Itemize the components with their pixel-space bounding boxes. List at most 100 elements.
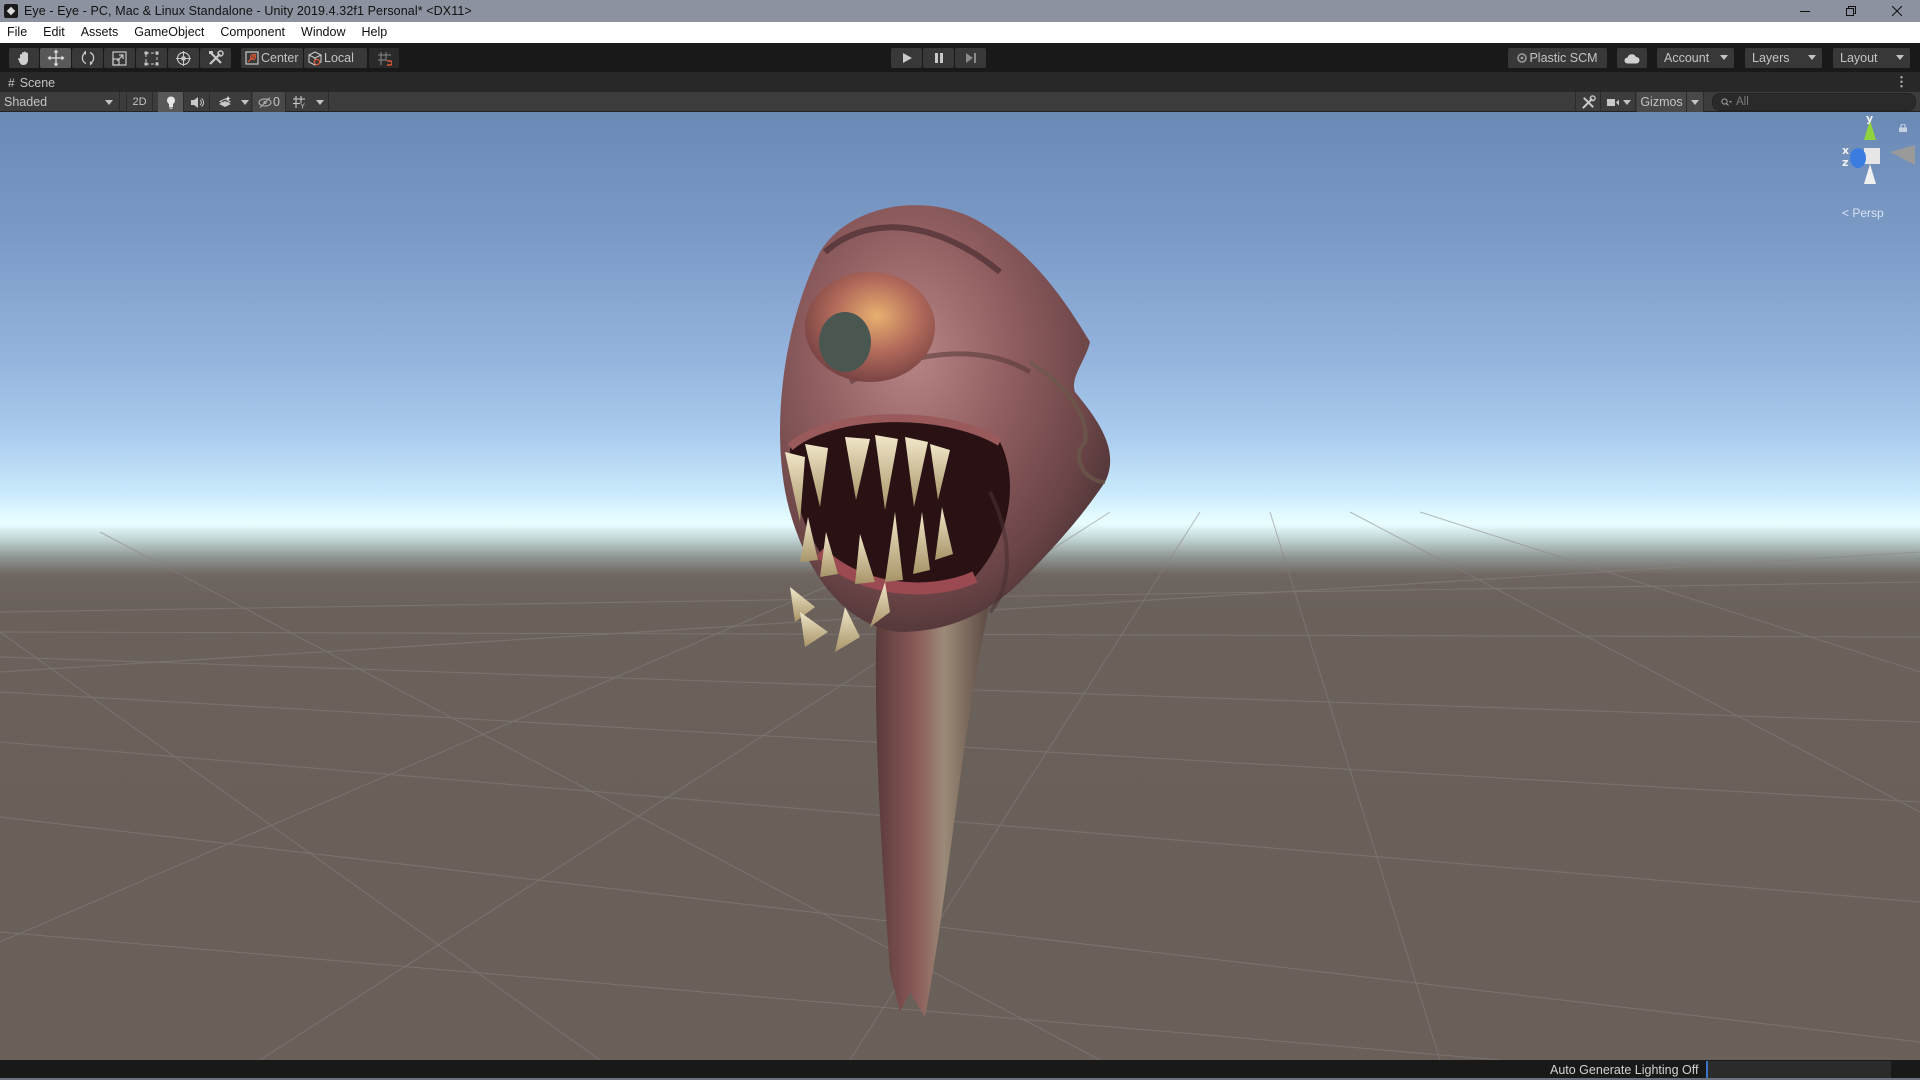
plastic-scm-button[interactable]: Plastic SCM [1508, 48, 1607, 68]
menu-edit[interactable]: Edit [35, 22, 73, 43]
window-controls [1782, 0, 1920, 22]
hand-icon [18, 51, 28, 65]
gizmos-toggle[interactable]: Gizmos [1637, 92, 1687, 112]
pause-button[interactable] [923, 48, 954, 68]
menu-bar: File Edit Assets GameObject Component Wi… [0, 22, 1920, 43]
rect-icon [144, 51, 159, 65]
status-bar: Auto Generate Lighting Off [0, 1060, 1920, 1080]
hidden-count: 0 [273, 95, 280, 109]
grid-line [0, 931, 1501, 1060]
step-button[interactable] [955, 48, 986, 68]
scene-toolbar: Shaded 2D 0 Y Gizmos All [0, 92, 1920, 112]
grid-snap-button[interactable] [369, 48, 399, 68]
axis-neg-x-cone[interactable] [1890, 145, 1915, 165]
axis-z-cone[interactable] [1850, 148, 1866, 168]
effects-icon [218, 96, 231, 107]
audio-icon [190, 96, 204, 108]
chevron-down-icon [1691, 99, 1699, 105]
cloud-icon [1624, 53, 1640, 63]
grid-toggle[interactable]: Y [287, 92, 311, 112]
audio-toggle[interactable] [185, 92, 210, 112]
scene-tools-button[interactable] [1575, 92, 1601, 112]
layout-dropdown[interactable]: Layout [1833, 48, 1910, 68]
menu-window[interactable]: Window [293, 22, 353, 43]
transform-icon [176, 50, 191, 66]
unity-logo-icon [4, 4, 18, 18]
menu-gameobject[interactable]: GameObject [126, 22, 212, 43]
scale-tool-button[interactable] [104, 48, 135, 68]
2d-label: 2D [132, 96, 147, 108]
effects-dropdown[interactable] [238, 92, 252, 112]
grid-dropdown[interactable] [312, 92, 329, 112]
cloud-button[interactable] [1617, 48, 1647, 68]
gizmo-center-cube[interactable] [1864, 148, 1880, 164]
play-button[interactable] [891, 48, 922, 68]
scene-viewport[interactable]: y x z < Persp [0, 112, 1920, 1060]
camera-settings-dropdown[interactable] [1602, 92, 1636, 112]
layers-dropdown[interactable]: Layers [1745, 48, 1822, 68]
menu-help[interactable]: Help [353, 22, 395, 43]
minimize-button[interactable] [1782, 0, 1828, 22]
pivot-center-icon [245, 51, 259, 65]
close-button[interactable] [1874, 0, 1920, 22]
chevron-down-icon [1896, 55, 1904, 60]
tools-icon [208, 50, 224, 65]
draw-mode-dropdown[interactable]: Shaded [0, 92, 120, 112]
account-label: Account [1664, 51, 1710, 65]
chevron-down-icon [105, 100, 113, 105]
pivot-rotation-label: Local [324, 51, 354, 65]
lighting-toggle[interactable] [158, 92, 184, 112]
menu-component[interactable]: Component [212, 22, 293, 43]
grid-line [1419, 511, 1920, 673]
pivot-rotation-button[interactable]: Local [304, 48, 367, 68]
menu-assets[interactable]: Assets [73, 22, 127, 43]
axis-neg-y-cone[interactable] [1864, 164, 1876, 184]
close-icon [1892, 6, 1902, 16]
unity-editor-window: Eye - Eye - PC, Mac & Linux Standalone -… [0, 0, 1920, 1080]
effects-toggle[interactable] [211, 92, 238, 112]
scene-search-input[interactable]: All [1712, 93, 1916, 111]
local-cube-icon [308, 50, 322, 66]
move-tool-button[interactable] [40, 48, 71, 68]
restore-button[interactable] [1828, 0, 1874, 22]
lock-icon[interactable] [1899, 124, 1907, 132]
menu-file[interactable]: File [0, 22, 35, 43]
title-bar: Eye - Eye - PC, Mac & Linux Standalone -… [0, 0, 1920, 22]
tab-scene[interactable]: # Scene [8, 74, 55, 92]
account-dropdown[interactable]: Account [1657, 48, 1734, 68]
plastic-scm-label: Plastic SCM [1529, 51, 1598, 65]
step-icon [965, 53, 976, 63]
layers-label: Layers [1752, 51, 1790, 65]
2d-toggle[interactable]: 2D [126, 92, 153, 112]
chevron-down-icon [1622, 99, 1631, 105]
rotate-tool-button[interactable] [72, 48, 103, 68]
lighting-status[interactable]: Auto Generate Lighting Off [1550, 1063, 1698, 1077]
pivot-mode-label: Center [261, 51, 299, 65]
projection-toggle[interactable]: < Persp [1842, 206, 1884, 220]
hand-tool-button[interactable] [9, 48, 39, 68]
pivot-mode-button[interactable]: Center [241, 48, 303, 68]
chevron-down-icon [1808, 55, 1816, 60]
more-options-icon[interactable]: ⋮ [1895, 74, 1908, 90]
eye-creature-model[interactable] [760, 182, 1120, 1060]
hidden-objects-toggle[interactable]: 0 [253, 92, 286, 112]
svg-text:Y: Y [300, 103, 306, 110]
main-toolbar: Center Local Plastic SCM Account Layers … [0, 43, 1920, 72]
rect-tool-button[interactable] [136, 48, 167, 68]
draw-mode-label: Shaded [4, 95, 48, 109]
search-placeholder: All [1736, 96, 1749, 108]
plastic-scm-icon [1517, 53, 1528, 63]
light-bulb-icon [166, 96, 175, 109]
custom-tool-button[interactable] [200, 48, 231, 68]
rotate-icon [81, 50, 94, 66]
grid-icon: Y [293, 96, 306, 110]
creature-pupil [819, 312, 871, 372]
camera-icon [1606, 98, 1619, 106]
scene-tab-bar: # Scene ⋮ [0, 72, 1920, 92]
move-icon [47, 49, 64, 67]
gizmos-dropdown[interactable] [1687, 92, 1704, 112]
transform-tool-button[interactable] [168, 48, 199, 68]
layout-label: Layout [1840, 51, 1878, 65]
persp-arrow-icon: < [1842, 206, 1850, 220]
chevron-down-icon [316, 99, 324, 105]
